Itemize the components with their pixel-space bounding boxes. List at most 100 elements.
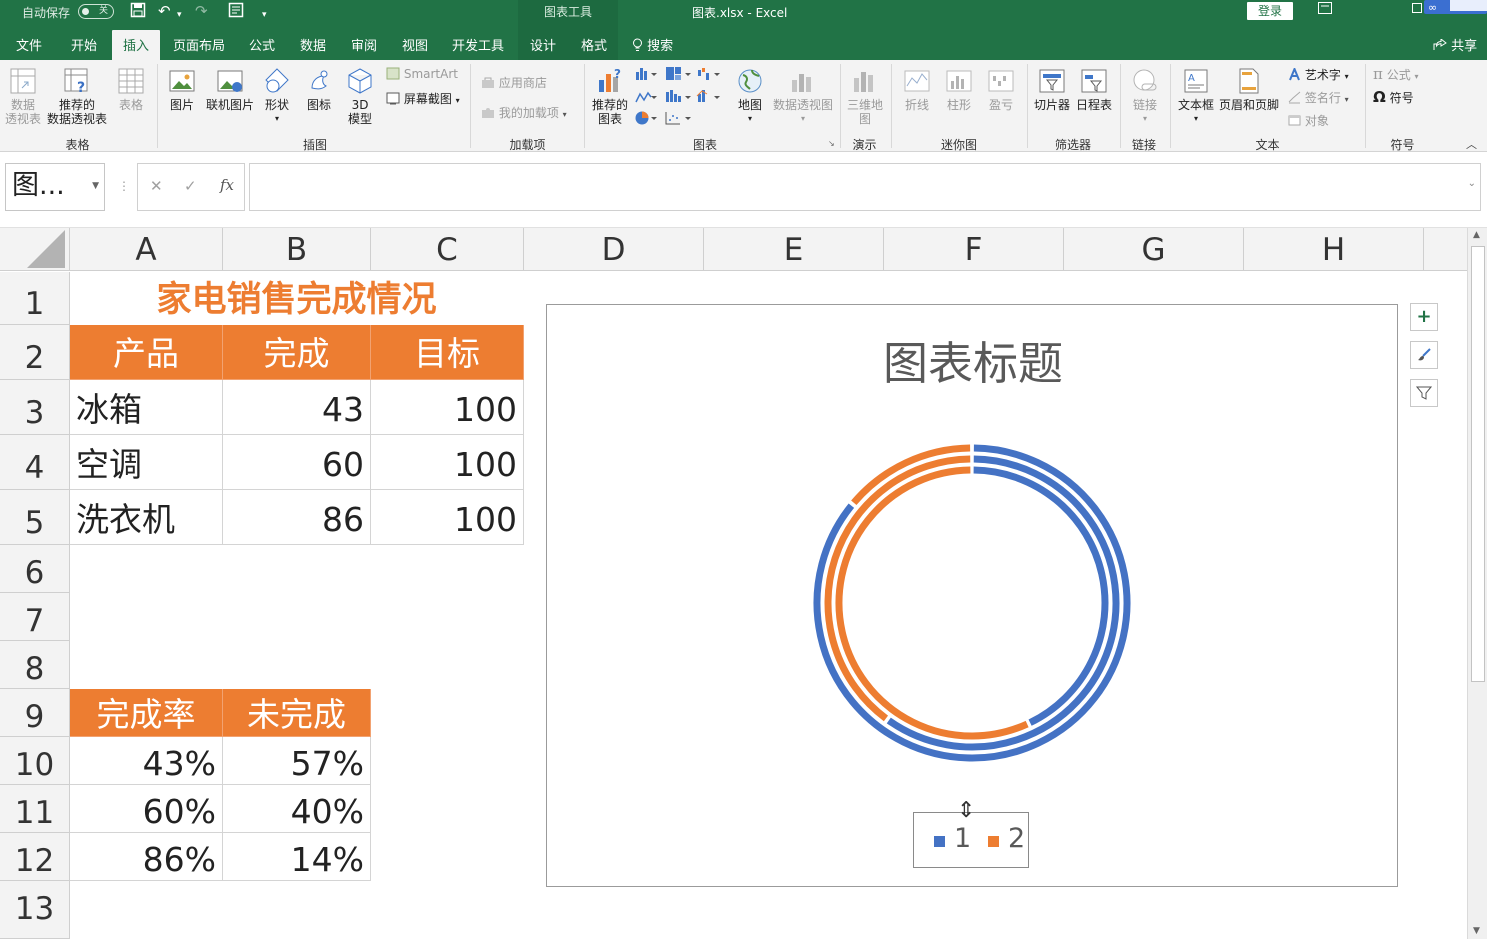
header-cell-remaining[interactable]: 未完成: [223, 689, 371, 737]
column-header-a[interactable]: A: [70, 228, 223, 271]
my-addins-button[interactable]: 我的加载项 ▾: [481, 104, 567, 121]
row-header-5[interactable]: 5: [0, 490, 70, 545]
tab-home[interactable]: 开始: [71, 35, 97, 54]
tab-insert[interactable]: 插入: [112, 30, 161, 60]
shapes-button[interactable]: 形状 ▾: [262, 66, 292, 126]
name-box-dropdown-icon[interactable]: ▼: [92, 164, 99, 208]
vertical-scrollbar[interactable]: ▲ ▼: [1467, 228, 1487, 939]
row-header-7[interactable]: 7: [0, 593, 70, 641]
doughnut-slice-ring2-1[interactable]: [886, 455, 1120, 751]
column-header-e[interactable]: E: [704, 228, 884, 271]
recommended-pivot-button[interactable]: ? 推荐的 数据透视表: [46, 66, 108, 126]
undo-icon[interactable]: ↶: [158, 2, 171, 20]
row-header-1[interactable]: 1: [0, 272, 70, 325]
column-header-f[interactable]: F: [884, 228, 1064, 271]
signature-line-button[interactable]: 签名行 ▾: [1288, 89, 1349, 106]
screenshot-button[interactable]: 屏幕截图 ▾: [386, 90, 460, 107]
cell-b4[interactable]: 60: [223, 435, 371, 490]
autosave-toggle[interactable]: 关: [78, 4, 114, 19]
row-header-9[interactable]: 9: [0, 689, 70, 737]
cell-b11[interactable]: 40%: [223, 785, 371, 833]
row-header-12[interactable]: 12: [0, 833, 70, 881]
online-pictures-button[interactable]: 联机图片: [204, 66, 256, 112]
scroll-thumb[interactable]: [1471, 246, 1485, 682]
link-button[interactable]: 链接 ▾: [1127, 66, 1163, 126]
cell-c3[interactable]: 100: [371, 380, 524, 435]
redo-icon[interactable]: ↷: [195, 2, 208, 20]
cell-c4[interactable]: 100: [371, 435, 524, 490]
row-header-2[interactable]: 2: [0, 325, 70, 380]
tab-file[interactable]: 文件: [16, 35, 42, 54]
icons-button[interactable]: 图标: [304, 66, 334, 112]
pivot-chart-button[interactable]: 数据透视图 ▾: [771, 66, 835, 126]
login-button[interactable]: 登录: [1247, 2, 1293, 20]
doughnut-slice-ring3-1[interactable]: [973, 466, 1109, 726]
column-header-g[interactable]: G: [1064, 228, 1244, 271]
3d-models-button[interactable]: 3D 模型: [345, 66, 375, 126]
store-button[interactable]: 应用商店: [481, 74, 547, 91]
row-header-4[interactable]: 4: [0, 435, 70, 490]
formula-expand-icon[interactable]: ⌄: [1468, 178, 1476, 189]
header-cell-product[interactable]: 产品: [70, 325, 223, 380]
3d-map-button[interactable]: 三维地 图: [846, 66, 884, 126]
tell-me-search[interactable]: 搜索: [632, 35, 673, 54]
column-header-b[interactable]: B: [223, 228, 371, 271]
cell-b3[interactable]: 43: [223, 380, 371, 435]
insert-function-icon[interactable]: fx: [220, 176, 234, 194]
row-header-13[interactable]: 13: [0, 881, 70, 939]
doughnut-slice-ring2-2[interactable]: [824, 455, 971, 722]
row-header-8[interactable]: 8: [0, 641, 70, 689]
tab-formulas[interactable]: 公式: [249, 35, 275, 54]
header-cell-done[interactable]: 完成: [223, 325, 371, 380]
cell-a12[interactable]: 86%: [70, 833, 223, 881]
equation-button[interactable]: π 公式 ▾: [1373, 65, 1419, 83]
textbox-button[interactable]: A 文本框 ▾: [1176, 66, 1216, 126]
share-button[interactable]: 共享: [1433, 35, 1477, 54]
enter-icon[interactable]: ✓: [184, 177, 197, 195]
cancel-icon[interactable]: ✕: [150, 177, 163, 195]
tab-developer[interactable]: 开发工具: [452, 35, 504, 54]
collapse-ribbon-icon[interactable]: ︿: [1466, 136, 1477, 152]
charts-dialog-launcher-icon[interactable]: ↘: [828, 139, 835, 148]
row-header-11[interactable]: 11: [0, 785, 70, 833]
pictures-button[interactable]: 图片: [166, 66, 198, 112]
tab-design[interactable]: 设计: [530, 35, 556, 54]
cell-a5[interactable]: 洗衣机: [70, 490, 223, 545]
sparkline-winloss-button[interactable]: 盈亏: [983, 66, 1019, 112]
sheet-title-cell[interactable]: 家电销售完成情况: [70, 272, 523, 324]
column-header-c[interactable]: C: [371, 228, 524, 271]
header-cell-target[interactable]: 目标: [371, 325, 524, 380]
cell-a4[interactable]: 空调: [70, 435, 223, 490]
tab-data[interactable]: 数据: [300, 35, 326, 54]
tab-page-layout[interactable]: 页面布局: [173, 35, 225, 54]
recommended-charts-button[interactable]: ? 推荐的 图表: [589, 66, 631, 126]
row-header-10[interactable]: 10: [0, 737, 70, 785]
formula-input[interactable]: ⌄: [249, 163, 1481, 211]
header-footer-button[interactable]: 页眉和页脚: [1219, 66, 1279, 112]
chart-type-gallery[interactable]: [634, 66, 726, 134]
doughnut-slice-ring3-2[interactable]: [835, 466, 1029, 740]
column-header-d[interactable]: D: [524, 228, 704, 271]
tab-format[interactable]: 格式: [581, 35, 607, 54]
slicer-button[interactable]: 切片器: [1033, 66, 1071, 112]
cell-b12[interactable]: 14%: [223, 833, 371, 881]
sparkline-line-button[interactable]: 折线: [899, 66, 935, 112]
cell-c5[interactable]: 100: [371, 490, 524, 545]
cell-b5[interactable]: 86: [223, 490, 371, 545]
tab-view[interactable]: 视图: [402, 35, 428, 54]
form-icon[interactable]: [228, 2, 244, 22]
chart-filters-button[interactable]: [1410, 379, 1438, 407]
object-button[interactable]: 对象: [1288, 112, 1329, 129]
chart-elements-button[interactable]: +: [1410, 303, 1438, 331]
customize-toolbar-icon[interactable]: ▾: [262, 6, 267, 24]
cell-b10[interactable]: 57%: [223, 737, 371, 785]
save-icon[interactable]: [130, 2, 146, 22]
ribbon-display-options-icon[interactable]: [1318, 2, 1332, 18]
cell-a10[interactable]: 43%: [70, 737, 223, 785]
cell-a11[interactable]: 60%: [70, 785, 223, 833]
row-header-6[interactable]: 6: [0, 545, 70, 593]
minimize-icon[interactable]: [1412, 2, 1422, 17]
maps-button[interactable]: 地图 ▾: [734, 66, 766, 126]
table-button[interactable]: 表格: [114, 66, 148, 112]
timeline-button[interactable]: 日程表: [1075, 66, 1113, 112]
